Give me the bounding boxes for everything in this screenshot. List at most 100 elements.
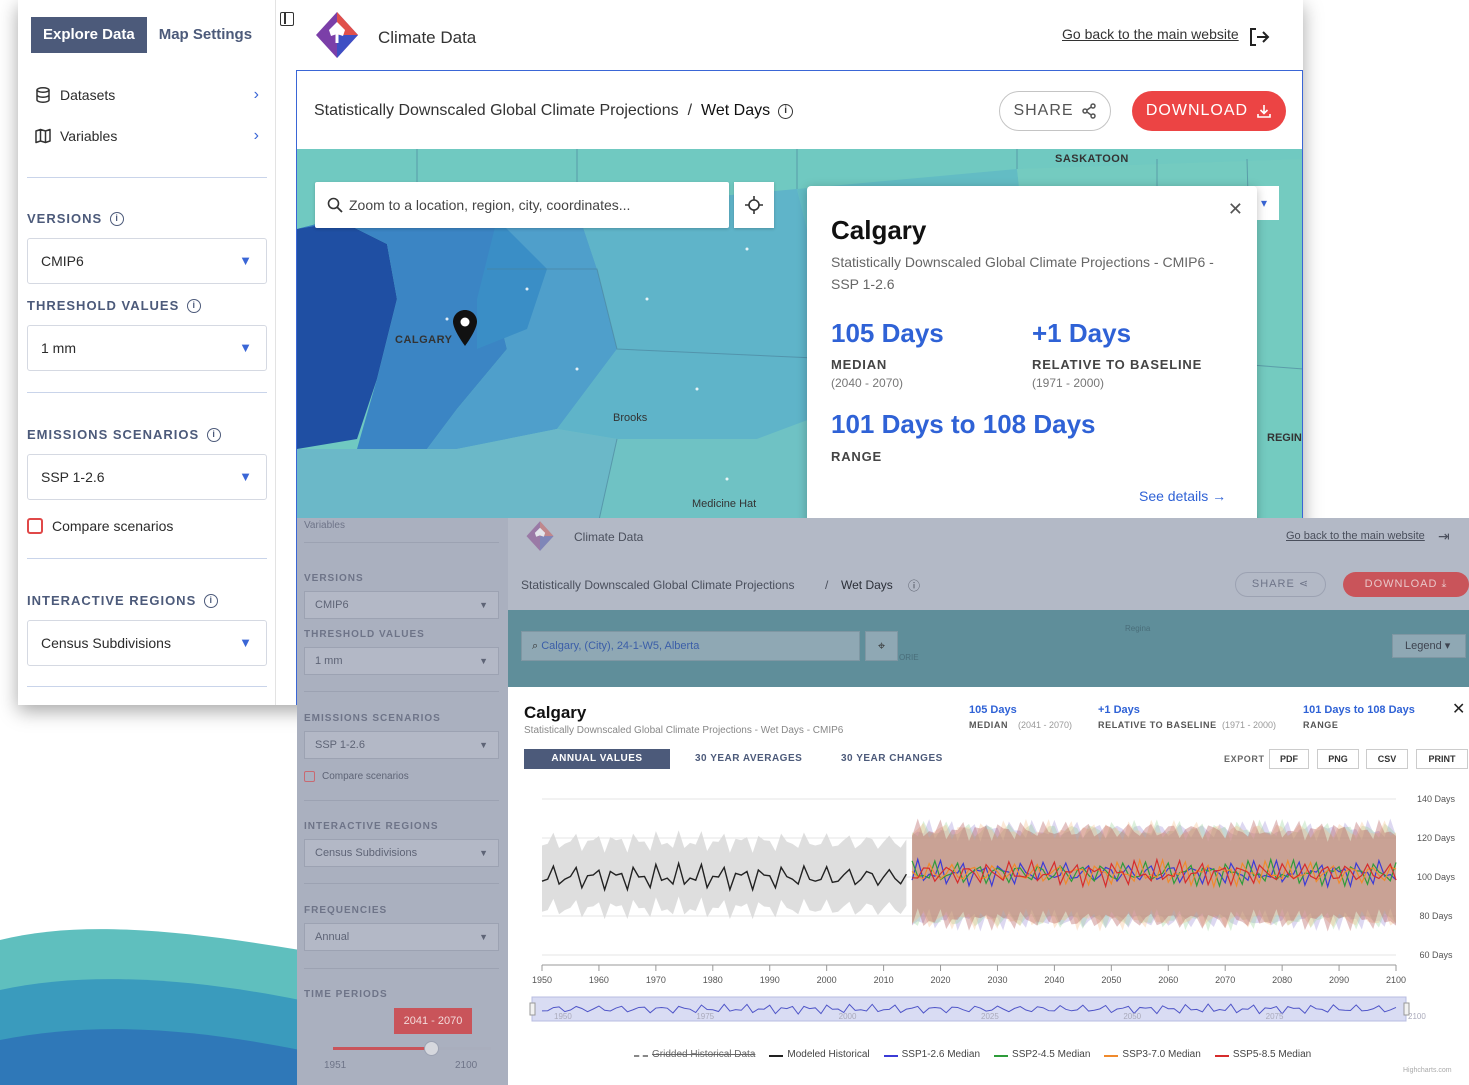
- x-tick-label: 2060: [1158, 975, 1178, 985]
- tab-30-year-averages[interactable]: 30 YEAR AVERAGES: [695, 749, 802, 769]
- tab-explore-data[interactable]: Explore Data: [31, 17, 147, 53]
- legend-item-ssp585[interactable]: SSP5-8.5 Median: [1214, 1049, 1311, 1060]
- exit-icon[interactable]: ⇥: [1438, 528, 1450, 545]
- select-value: CMIP6: [41, 253, 84, 269]
- period-badge: 2041 - 2070: [394, 1008, 472, 1034]
- export-png-button[interactable]: PNG: [1317, 749, 1359, 769]
- download-button[interactable]: DOWNLOAD: [1132, 91, 1286, 131]
- x-tick-label: 2040: [1044, 975, 1064, 985]
- x-tick-label: 2000: [817, 975, 837, 985]
- download-button[interactable]: DOWNLOAD ⤓: [1343, 572, 1469, 597]
- emissions-select[interactable]: SSP 1-2.6 ▼: [27, 454, 267, 500]
- chevron-down-icon: ▾: [1260, 196, 1268, 210]
- export-pdf-button[interactable]: PDF: [1269, 749, 1309, 769]
- location-search-input[interactable]: ⌕ Calgary, (City), 24-1-W5, Alberta: [521, 631, 860, 661]
- back-to-main-link[interactable]: Go back to the main website: [1286, 530, 1425, 542]
- share-button[interactable]: SHARE ⋖: [1235, 572, 1326, 597]
- y-tick-label: 80 Days: [1419, 911, 1453, 921]
- chevron-down-icon: ▼: [239, 635, 252, 650]
- breadcrumb-dataset[interactable]: Statistically Downscaled Global Climate …: [521, 578, 794, 592]
- chevron-right-icon: ›: [253, 86, 259, 103]
- regions-select[interactable]: Census Subdivisions ▼: [27, 620, 267, 666]
- wet-days-chart[interactable]: 140 Days 120 Days 100 Days 80 Days 60 Days 19…: [508, 787, 1469, 1037]
- x-tick-label: 1960: [589, 975, 609, 985]
- location-search-input[interactable]: Zoom to a location, region, city, coordi…: [315, 182, 729, 228]
- threshold-label: THRESHOLD VALUES: [304, 629, 425, 640]
- locate-button[interactable]: [734, 182, 774, 228]
- popup-subtitle: Statistically Downscaled Global Climate …: [831, 254, 1214, 292]
- info-icon[interactable]: i: [204, 593, 219, 608]
- compare-scenarios-checkbox[interactable]: Compare scenarios: [304, 771, 409, 782]
- compare-scenarios-checkbox[interactable]: Compare scenarios: [27, 518, 173, 534]
- map-icon: [35, 128, 51, 144]
- see-details-link[interactable]: See details →: [1139, 488, 1226, 504]
- sidebar-toggle-icon[interactable]: [280, 12, 294, 26]
- select-value: SSP 1-2.6: [315, 739, 365, 751]
- emissions-label: EMISSIONS SCENARIOS i: [27, 427, 222, 442]
- relative-label: RELATIVE TO BASELINE: [1098, 720, 1217, 730]
- info-icon[interactable]: i: [110, 211, 125, 226]
- legend-item-ssp370[interactable]: SSP3-7.0 Median: [1104, 1049, 1201, 1060]
- info-icon[interactable]: i: [207, 427, 222, 442]
- map-dimmed[interactable]: ⌕ Calgary, (City), 24-1-W5, Alberta ⌖ OR…: [508, 610, 1469, 687]
- navigator-tick-label: 1975: [696, 1012, 714, 1021]
- period-slider-handle[interactable]: [423, 1041, 439, 1056]
- regions-select[interactable]: Census Subdivisions ▼: [304, 839, 499, 867]
- y-tick-label: 60 Days: [1419, 950, 1453, 960]
- export-print-button[interactable]: PRINT: [1416, 749, 1468, 769]
- chevron-down-icon: ▼: [479, 600, 488, 610]
- navigator-tick-label: 2075: [1266, 1012, 1284, 1021]
- map-label: Regina: [1125, 624, 1151, 633]
- legend-item-ssp245[interactable]: SSP2-4.5 Median: [994, 1049, 1090, 1060]
- climate-data-logo: [316, 12, 358, 58]
- back-to-main-link[interactable]: Go back to the main website: [1062, 26, 1239, 42]
- detail-content: Calgary Statistically Downscaled Global …: [508, 687, 1469, 1085]
- info-icon[interactable]: i: [187, 298, 202, 313]
- sidebar-item-datasets[interactable]: Datasets ›: [34, 80, 259, 110]
- info-icon[interactable]: i: [778, 103, 794, 119]
- map-label-brooks: Brooks: [613, 412, 648, 424]
- search-icon: [327, 197, 343, 213]
- locate-button[interactable]: ⌖: [865, 631, 898, 661]
- tab-map-settings[interactable]: Map Settings: [147, 17, 264, 53]
- navigator-tick-label: 2000: [839, 1012, 857, 1021]
- background-wave: [0, 929, 300, 1085]
- detail-subtitle: Statistically Downscaled Global Climate …: [524, 725, 844, 736]
- download-label: DOWNLOAD: [1364, 578, 1438, 590]
- sidebar-tabs: Explore Data Map Settings: [31, 17, 264, 53]
- frequencies-select[interactable]: Annual ▼: [304, 923, 499, 951]
- legend-button[interactable]: Legend ▾: [1392, 634, 1466, 658]
- sidebar-item-variables[interactable]: Variables: [304, 520, 345, 531]
- checkbox[interactable]: [304, 771, 315, 782]
- threshold-select[interactable]: 1 mm ▼: [27, 325, 267, 371]
- versions-select[interactable]: CMIP6 ▼: [304, 591, 499, 619]
- scenario-band: [912, 818, 1396, 932]
- sidebar-item-variables[interactable]: Variables ›: [34, 121, 259, 151]
- checkbox[interactable]: [27, 518, 43, 534]
- versions-select[interactable]: CMIP6 ▼: [27, 238, 267, 284]
- select-value: Census Subdivisions: [315, 847, 418, 859]
- emissions-select[interactable]: SSP 1-2.6 ▼: [304, 731, 499, 759]
- close-icon[interactable]: ✕: [1452, 699, 1465, 719]
- breadcrumb-variable: Wet Days: [841, 578, 893, 592]
- search-placeholder: Zoom to a location, region, city, coordi…: [349, 197, 631, 213]
- tab-30-year-changes[interactable]: 30 YEAR CHANGES: [841, 749, 943, 769]
- y-tick-label: 120 Days: [1417, 833, 1456, 843]
- info-icon[interactable]: ⓘ: [908, 577, 920, 594]
- tab-annual-values[interactable]: ANNUAL VALUES: [524, 749, 670, 769]
- range-value: 101 Days to 108 Days: [1303, 704, 1415, 716]
- crosshair-icon: ⌖: [877, 638, 886, 653]
- see-details-label: See details: [1139, 488, 1209, 504]
- x-tick-label: 1990: [760, 975, 780, 985]
- location-pin-icon[interactable]: [452, 309, 478, 347]
- legend-item-modeled-historical[interactable]: Modeled Historical: [769, 1049, 870, 1060]
- export-csv-button[interactable]: CSV: [1366, 749, 1408, 769]
- divider: [304, 542, 499, 543]
- threshold-select[interactable]: 1 mm ▼: [304, 647, 499, 675]
- exit-icon[interactable]: [1248, 26, 1270, 48]
- legend-item-ssp126[interactable]: SSP1-2.6 Median: [883, 1049, 980, 1060]
- close-icon[interactable]: ✕: [1228, 199, 1243, 220]
- breadcrumb-dataset[interactable]: Statistically Downscaled Global Climate …: [314, 102, 679, 120]
- share-button[interactable]: SHARE: [999, 91, 1111, 131]
- legend-item-gridded[interactable]: Gridded Historical Data: [634, 1049, 755, 1060]
